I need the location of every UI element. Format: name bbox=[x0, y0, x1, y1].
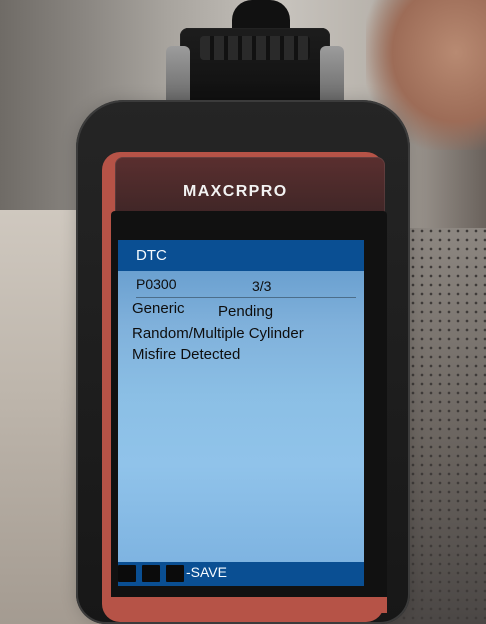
obd-connector bbox=[166, 28, 344, 106]
screen-divider bbox=[136, 297, 356, 298]
brand-logo: MAXCRPRO bbox=[183, 183, 288, 200]
device-bottom-band bbox=[111, 597, 387, 613]
function-key-3[interactable] bbox=[166, 565, 184, 582]
function-key-1[interactable] bbox=[118, 565, 136, 582]
connector-left-screw bbox=[166, 46, 190, 106]
dtc-row: P0300 3/3 bbox=[136, 273, 356, 297]
dtc-description-line-1: Random/Multiple Cylinder bbox=[132, 325, 304, 342]
dtc-code: P0300 bbox=[136, 276, 177, 292]
function-key-2[interactable] bbox=[142, 565, 160, 582]
save-label: -SAVE bbox=[186, 564, 227, 580]
dtc-count: 3/3 bbox=[252, 278, 272, 294]
dtc-description-line-2: Misfire Detected bbox=[132, 346, 241, 363]
scanner-screen: DTC P0300 3/3 Generic Pending Random/Mul… bbox=[118, 240, 364, 586]
connector-right-screw bbox=[320, 46, 344, 106]
pending-label: Pending bbox=[218, 303, 274, 320]
screen-footer: -SAVE bbox=[118, 562, 364, 586]
generic-label: Generic bbox=[132, 300, 185, 317]
screen-header: DTC bbox=[118, 240, 364, 271]
